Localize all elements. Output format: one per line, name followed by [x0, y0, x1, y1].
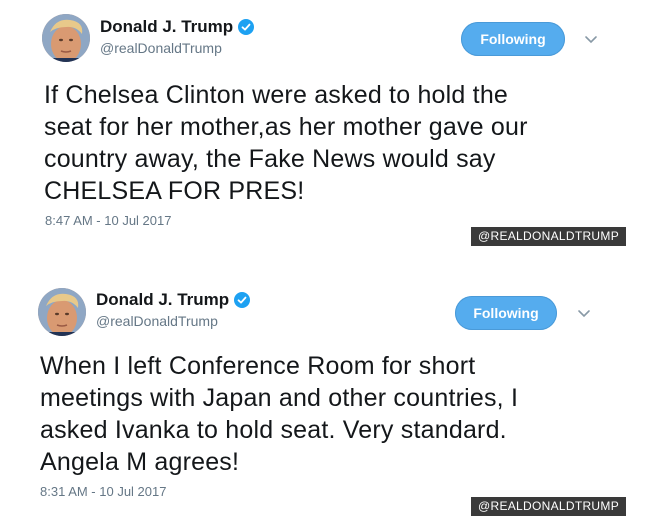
- tweet-card: Donald J. Trump @realDonaldTrump Followi…: [0, 276, 646, 519]
- watermark-label: @REALDONALDTRUMP: [471, 227, 627, 246]
- display-name[interactable]: Donald J. Trump: [100, 17, 233, 37]
- user-handle[interactable]: @realDonaldTrump: [100, 40, 222, 56]
- avatar[interactable]: [38, 288, 86, 336]
- chevron-down-icon[interactable]: [584, 35, 598, 45]
- chevron-down-icon[interactable]: [577, 309, 591, 319]
- user-handle[interactable]: @realDonaldTrump: [96, 313, 218, 329]
- verified-badge-icon: [238, 19, 255, 35]
- tweet-card: Donald J. Trump @realDonaldTrump Followi…: [0, 0, 646, 258]
- avatar-image: [42, 14, 90, 62]
- author-name-row: Donald J. Trump: [96, 290, 251, 310]
- tweet-timestamp[interactable]: 8:47 AM - 10 Jul 2017: [45, 213, 171, 228]
- following-button[interactable]: Following: [455, 296, 557, 330]
- following-button[interactable]: Following: [461, 22, 565, 56]
- avatar-image: [38, 288, 86, 336]
- avatar[interactable]: [42, 14, 90, 62]
- tweet-timestamp[interactable]: 8:31 AM - 10 Jul 2017: [40, 484, 166, 499]
- verified-badge-icon: [234, 292, 251, 308]
- display-name[interactable]: Donald J. Trump: [96, 290, 229, 310]
- tweet-text: If Chelsea Clinton were asked to hold th…: [44, 81, 528, 205]
- watermark-label: @REALDONALDTRUMP: [471, 497, 627, 516]
- author-name-row: Donald J. Trump: [100, 17, 255, 37]
- tweet-text: When I left Conference Room for short me…: [40, 352, 519, 476]
